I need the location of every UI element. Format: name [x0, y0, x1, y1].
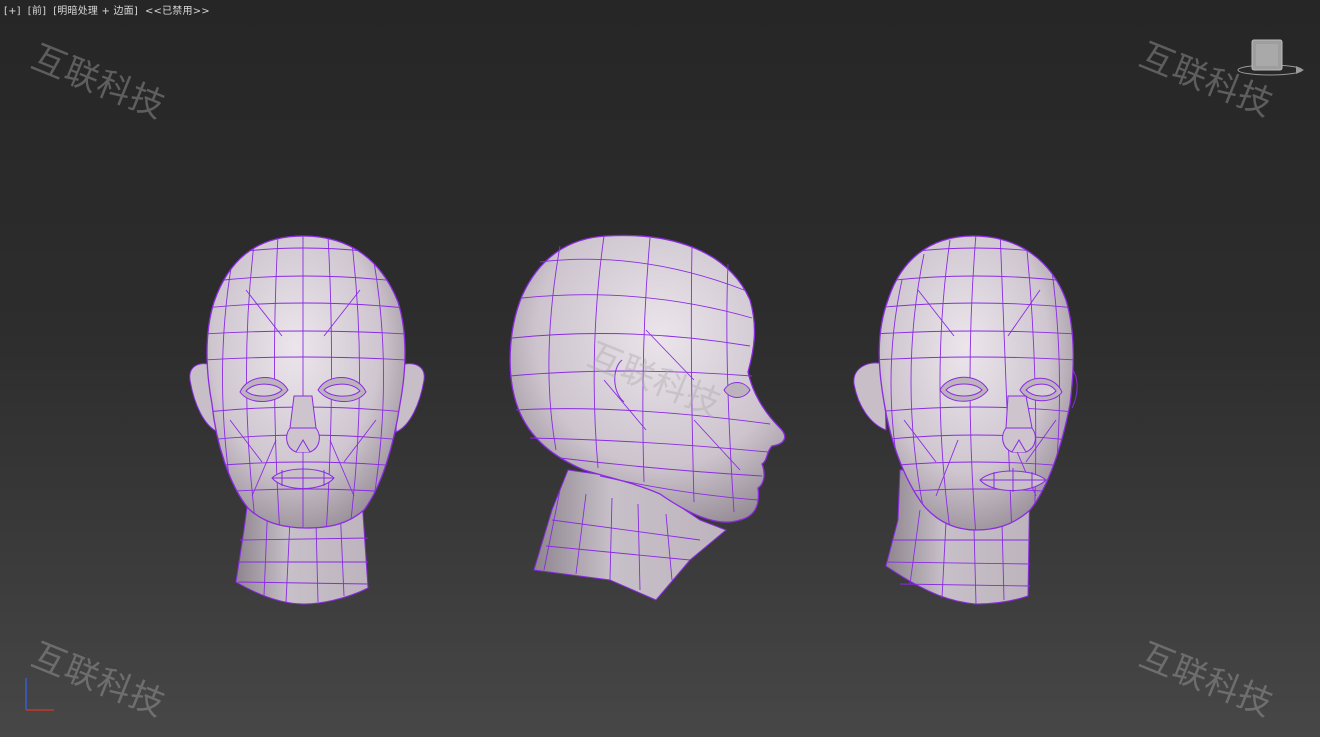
viewport-label-menu: [+] [前] [明暗处理 + 边面] <<已禁用>> — [4, 5, 210, 18]
axis-tripod-icon — [25, 678, 54, 711]
head-three-quarter-model[interactable] — [853, 230, 1078, 605]
scene-canvas[interactable] — [0, 0, 1320, 737]
viewport-plus-menu[interactable]: [+] — [4, 5, 21, 18]
head-side-model[interactable] — [509, 234, 786, 601]
viewport-disabled-label[interactable]: <<已禁用>> — [145, 5, 210, 18]
viewport-shading-menu[interactable]: [明暗处理 + 边面] — [53, 5, 138, 18]
3d-viewport[interactable]: [+] [前] [明暗处理 + 边面] <<已禁用>> 互联科技 互联科技 互联… — [0, 0, 1320, 737]
head-front-model[interactable] — [189, 230, 425, 605]
viewcube-icon[interactable] — [1236, 34, 1308, 86]
viewport-view-menu[interactable]: [前] — [28, 5, 46, 18]
